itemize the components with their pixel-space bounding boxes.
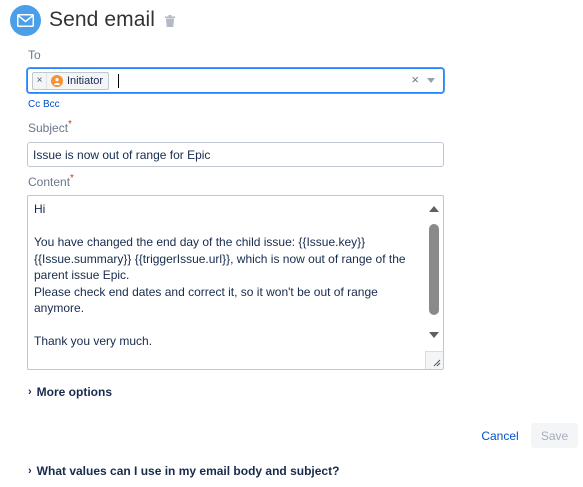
required-marker: * <box>68 119 72 130</box>
subject-value: Issue is now out of range for Epic <box>33 147 211 162</box>
clear-icon[interactable]: × <box>411 72 419 87</box>
chevron-right-icon: › <box>28 386 32 398</box>
remove-chip-icon[interactable]: × <box>33 72 47 89</box>
scrollbar-thumb[interactable] <box>429 224 439 315</box>
content-textarea[interactable]: Hi You have changed the end day of the c… <box>27 195 444 370</box>
more-options-toggle[interactable]: › More options <box>28 385 112 399</box>
rule-header: Send email <box>10 4 176 36</box>
values-help-toggle[interactable]: › What values can I use in my email body… <box>28 464 339 478</box>
scrollbar[interactable] <box>427 198 441 368</box>
scroll-down-arrow-icon[interactable] <box>429 332 439 338</box>
content-label: Content* <box>28 173 74 189</box>
recipient-chip-initiator: × Initiator <box>32 71 110 90</box>
text-cursor <box>118 73 120 88</box>
to-label: To <box>28 48 41 62</box>
chevron-down-icon[interactable] <box>427 78 435 83</box>
save-button[interactable]: Save <box>531 423 578 448</box>
scroll-up-arrow-icon[interactable] <box>429 206 439 212</box>
page-title: Send email <box>49 8 156 31</box>
values-help-label: What values can I use in my email body a… <box>36 464 340 478</box>
subject-input[interactable]: Issue is now out of range for Epic <box>27 142 444 167</box>
chevron-right-icon: › <box>28 465 32 477</box>
content-value: Hi You have changed the end day of the c… <box>34 202 406 369</box>
cancel-button[interactable]: Cancel <box>476 423 524 448</box>
recipient-chip-label: Initiator <box>67 74 104 87</box>
subject-label: Subject* <box>28 119 72 135</box>
trash-icon[interactable] <box>165 15 176 27</box>
cc-bcc-link[interactable]: Cc Bcc <box>28 99 60 110</box>
recipients-input[interactable]: × Initiator × <box>27 68 444 93</box>
required-marker: * <box>70 173 74 184</box>
user-avatar-icon <box>51 74 63 87</box>
resize-handle-icon[interactable] <box>425 351 443 369</box>
mail-icon <box>10 4 41 36</box>
more-options-label: More options <box>36 385 112 399</box>
